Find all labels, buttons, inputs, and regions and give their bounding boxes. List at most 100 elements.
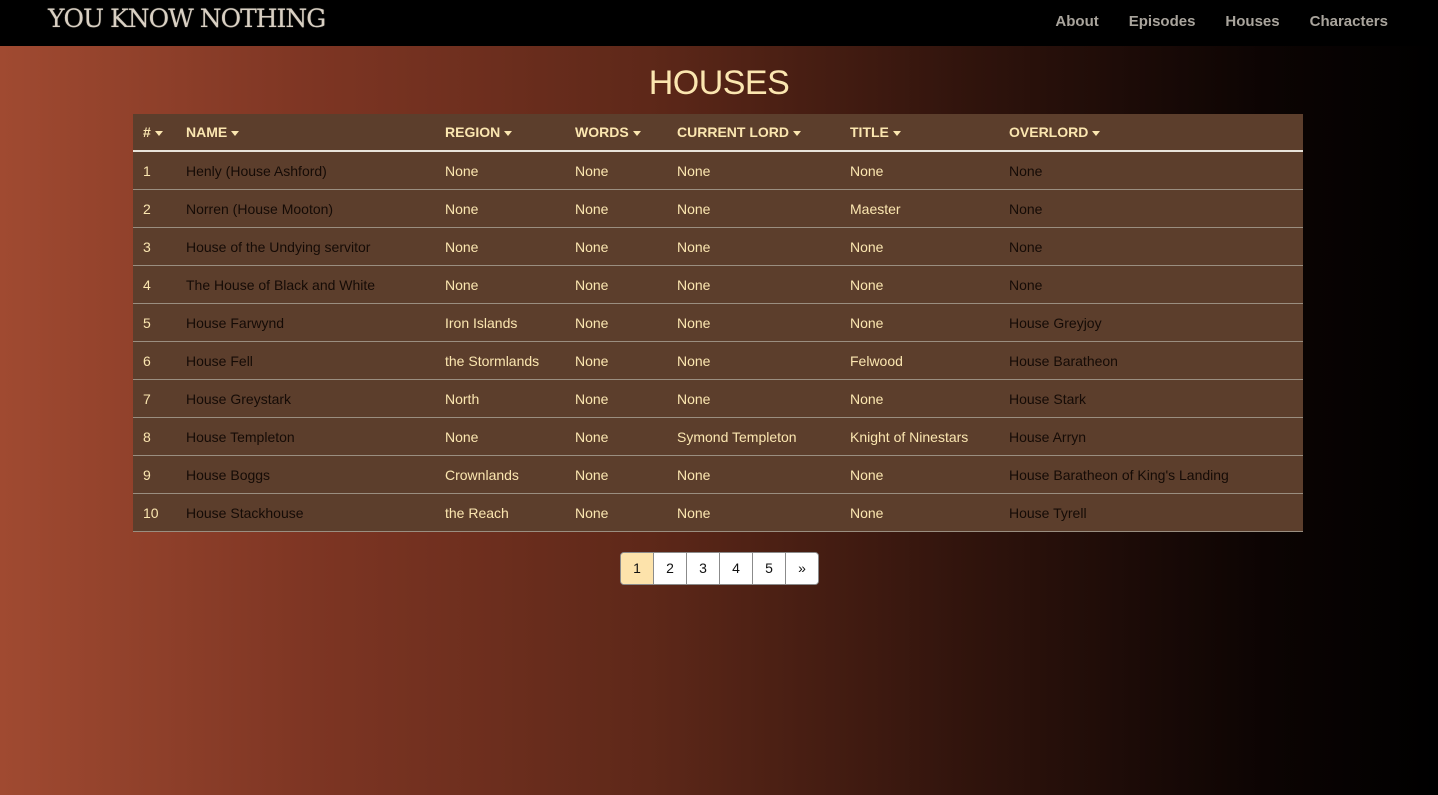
cell-overlord: House Baratheon — [999, 341, 1303, 380]
cell-name[interactable]: Norren (House Mooton) — [176, 189, 435, 228]
cell-region: Crownlands — [435, 455, 565, 494]
table-row[interactable]: 6 House Fell the Stormlands None None Felwood… — [133, 341, 1303, 380]
nav-link-episodes[interactable]: Episodes — [1129, 13, 1196, 30]
cell-title: Felwood — [840, 341, 999, 380]
cell-words: None — [565, 151, 667, 190]
cell-words: None — [565, 303, 667, 342]
cell-number: 5 — [133, 303, 176, 342]
table-row[interactable]: 9 House Boggs Crownlands None None None House … — [133, 455, 1303, 494]
table-body: 1 Henly (House Ashford) None None None None No… — [133, 151, 1303, 532]
cell-number: 6 — [133, 341, 176, 380]
cell-name[interactable]: The House of Black and White — [176, 265, 435, 304]
cell-title: Maester — [840, 189, 999, 228]
cell-name[interactable]: House Fell — [176, 341, 435, 380]
sort-caret-icon — [793, 130, 801, 136]
cell-number: 4 — [133, 265, 176, 304]
page-title: HOUSES — [648, 64, 790, 102]
cell-current-lord: None — [667, 227, 840, 266]
cell-current-lord: None — [667, 341, 840, 380]
navbar: YOU KNOW NOTHING About Episodes Houses C… — [0, 0, 1438, 46]
table-row[interactable]: 2 Norren (House Mooton) None None None Maeste… — [133, 189, 1303, 228]
column-header-label: REGION — [445, 124, 501, 140]
sort-caret-icon — [1092, 130, 1101, 136]
nav-links: About Episodes Houses Characters — [1025, 13, 1388, 30]
column-header-overlord[interactable]: OVERLORD — [999, 114, 1303, 152]
column-header-label: # — [143, 124, 151, 140]
cell-words: None — [565, 455, 667, 494]
cell-overlord: House Baratheon of King's Landing — [999, 455, 1303, 494]
table-row[interactable]: 7 House Greystark North None None None House S… — [133, 379, 1303, 418]
cell-title: Knight of Ninestars — [840, 417, 999, 456]
cell-current-lord: None — [667, 379, 840, 418]
cell-title: None — [840, 455, 999, 494]
table-row[interactable]: 10 House Stackhouse the Reach None None None H… — [133, 493, 1303, 532]
sort-caret-icon — [231, 130, 240, 136]
cell-current-lord: None — [667, 455, 840, 494]
page-button-3[interactable]: 3 — [686, 553, 719, 584]
cell-name[interactable]: House of the Undying servitor — [176, 227, 435, 266]
cell-number: 8 — [133, 417, 176, 456]
cell-region: None — [435, 265, 565, 304]
cell-overlord: House Arryn — [999, 417, 1303, 456]
cell-name[interactable]: House Greystark — [176, 379, 435, 418]
sort-caret-icon — [632, 130, 641, 136]
cell-overlord: House Tyrell — [999, 493, 1303, 532]
cell-region: None — [435, 227, 565, 266]
cell-region: Iron Islands — [435, 303, 565, 342]
page-button-5[interactable]: 5 — [752, 553, 785, 584]
cell-words: None — [565, 227, 667, 266]
cell-overlord: None — [999, 265, 1303, 304]
sort-caret-icon — [154, 130, 163, 136]
column-header-label: CURRENT LORD — [677, 124, 789, 140]
cell-number: 2 — [133, 189, 176, 228]
cell-name[interactable]: House Stackhouse — [176, 493, 435, 532]
cell-title: None — [840, 265, 999, 304]
cell-name[interactable]: House Templeton — [176, 417, 435, 456]
cell-words: None — [565, 189, 667, 228]
cell-number: 1 — [133, 151, 176, 190]
pagination: 1 2 3 4 5» — [620, 552, 819, 585]
nav-link-about[interactable]: About — [1055, 13, 1098, 30]
column-header-region[interactable]: REGION — [435, 114, 565, 152]
cell-overlord: House Stark — [999, 379, 1303, 418]
table-row[interactable]: 5 House Farwynd Iron Islands None None None Ho… — [133, 303, 1303, 342]
cell-title: None — [840, 303, 999, 342]
table-row[interactable]: 8 House Templeton None None Symond Templeton… — [133, 417, 1303, 456]
cell-number: 9 — [133, 455, 176, 494]
cell-overlord: None — [999, 189, 1303, 228]
cell-words: None — [565, 379, 667, 418]
cell-overlord: None — [999, 227, 1303, 266]
brand-logo[interactable]: YOU KNOW NOTHING — [48, 4, 326, 33]
cell-current-lord: Symond Templeton — [667, 417, 840, 456]
cell-name[interactable]: House Boggs — [176, 455, 435, 494]
cell-region: None — [435, 151, 565, 190]
page-button-4[interactable]: 4 — [719, 553, 752, 584]
cell-name[interactable]: Henly (House Ashford) — [176, 151, 435, 190]
page-button-2[interactable]: 2 — [653, 553, 686, 584]
column-header-number[interactable]: # — [133, 114, 176, 152]
table-row[interactable]: 4 The House of Black and White None None Non… — [133, 265, 1303, 304]
sort-caret-icon — [892, 130, 901, 136]
column-header-current-lord[interactable]: CURRENT LORD — [667, 114, 840, 152]
next-page-button[interactable]: » — [785, 553, 818, 584]
column-header-label: TITLE — [850, 124, 889, 140]
cell-region: None — [435, 417, 565, 456]
sort-caret-icon — [504, 130, 513, 136]
table-row[interactable]: 3 House of the Undying servitor None None No… — [133, 227, 1303, 266]
cell-region: the Reach — [435, 493, 565, 532]
column-header-name[interactable]: NAME — [176, 114, 435, 152]
cell-number: 7 — [133, 379, 176, 418]
cell-words: None — [565, 341, 667, 380]
cell-current-lord: None — [667, 303, 840, 342]
page-button-1[interactable]: 1 — [621, 553, 653, 584]
nav-link-characters[interactable]: Characters — [1310, 13, 1388, 30]
nav-link-houses[interactable]: Houses — [1225, 13, 1279, 30]
column-header-words[interactable]: WORDS — [565, 114, 667, 152]
cell-words: None — [565, 493, 667, 532]
column-header-label: NAME — [186, 124, 228, 140]
column-header-title[interactable]: TITLE — [840, 114, 999, 152]
cell-words: None — [565, 417, 667, 456]
cell-name[interactable]: House Farwynd — [176, 303, 435, 342]
cell-title: None — [840, 227, 999, 266]
table-row[interactable]: 1 Henly (House Ashford) None None None None No… — [133, 151, 1303, 190]
